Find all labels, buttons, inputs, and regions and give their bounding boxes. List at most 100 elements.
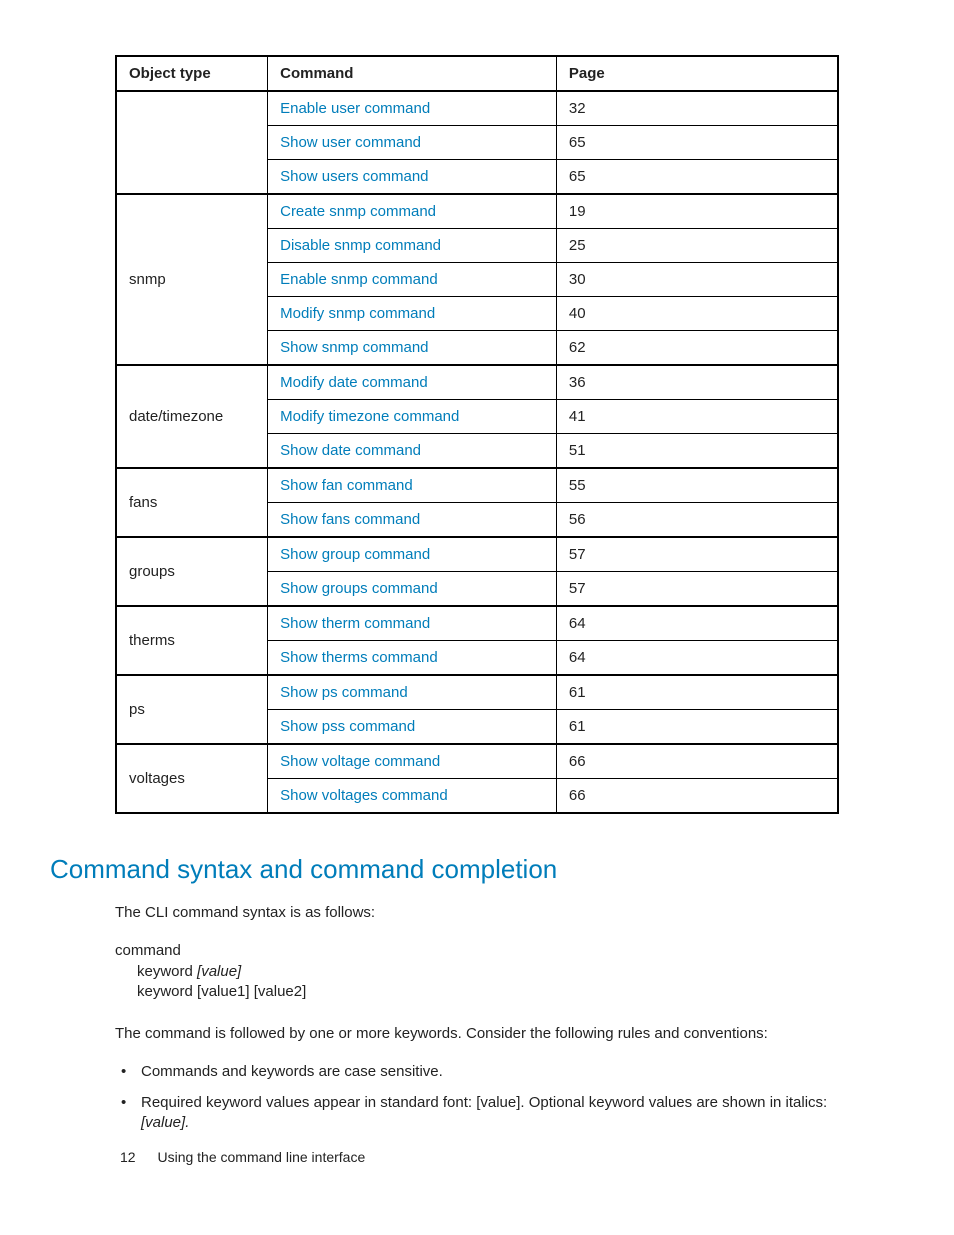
commands-table: Object type Command Page Enable user com…: [115, 55, 839, 814]
command-link[interactable]: Show group command: [280, 546, 430, 563]
cell-command: Create snmp command: [268, 194, 557, 229]
intro-text: The CLI command syntax is as follows:: [115, 903, 839, 923]
cell-page: 30: [556, 263, 838, 297]
syntax-kw-label: keyword: [137, 963, 197, 980]
list-item-italic: [value].: [141, 1114, 189, 1131]
cell-object-type: ps: [116, 675, 268, 744]
cell-page: 57: [556, 537, 838, 572]
command-link[interactable]: Create snmp command: [280, 203, 436, 220]
page-number: 12: [120, 1149, 136, 1165]
cell-command: Show voltage command: [268, 744, 557, 779]
command-link[interactable]: Modify snmp command: [280, 305, 435, 322]
cell-command: Show group command: [268, 537, 557, 572]
cell-page: 64: [556, 606, 838, 641]
command-link[interactable]: Show user command: [280, 134, 421, 151]
rules-list: Commands and keywords are case sensitive…: [115, 1062, 839, 1133]
command-link[interactable]: Enable user command: [280, 100, 430, 117]
col-header-object-type: Object type: [116, 56, 268, 91]
cell-page: 65: [556, 160, 838, 195]
command-link[interactable]: Show ps command: [280, 684, 408, 701]
syntax-command: command: [115, 941, 839, 961]
list-item-text: Required keyword values appear in standa…: [141, 1094, 827, 1111]
cell-object-type: [116, 91, 268, 194]
command-link[interactable]: Show date command: [280, 442, 421, 459]
cell-page: 65: [556, 126, 838, 160]
syntax-optional-value: [value]: [197, 963, 241, 980]
table-row: thermsShow therm command64: [116, 606, 838, 641]
cell-command: Show fan command: [268, 468, 557, 503]
cell-object-type: date/timezone: [116, 365, 268, 468]
table-row: date/timezoneModify date command36: [116, 365, 838, 400]
command-link[interactable]: Show voltages command: [280, 787, 448, 804]
cell-command: Show therm command: [268, 606, 557, 641]
cell-page: 36: [556, 365, 838, 400]
cell-page: 40: [556, 297, 838, 331]
command-link[interactable]: Modify timezone command: [280, 408, 459, 425]
cell-page: 19: [556, 194, 838, 229]
cell-command: Show user command: [268, 126, 557, 160]
cell-command: Show therms command: [268, 641, 557, 676]
page-footer: 12 Using the command line interface: [120, 1149, 365, 1165]
footer-section-title: Using the command line interface: [157, 1149, 365, 1165]
cell-object-type: snmp: [116, 194, 268, 365]
cell-page: 66: [556, 779, 838, 814]
col-header-page: Page: [556, 56, 838, 91]
cell-page: 41: [556, 400, 838, 434]
table-header-row: Object type Command Page: [116, 56, 838, 91]
command-link[interactable]: Enable snmp command: [280, 271, 438, 288]
cell-object-type: therms: [116, 606, 268, 675]
command-link[interactable]: Show voltage command: [280, 753, 440, 770]
list-item: Required keyword values appear in standa…: [141, 1093, 839, 1134]
cell-page: 32: [556, 91, 838, 126]
rules-intro: The command is followed by one or more k…: [115, 1024, 839, 1044]
table-row: voltagesShow voltage command66: [116, 744, 838, 779]
cell-object-type: voltages: [116, 744, 268, 813]
table-row: groupsShow group command57: [116, 537, 838, 572]
cell-command: Show snmp command: [268, 331, 557, 366]
syntax-keyword-optional: keyword [value]: [115, 962, 839, 982]
cell-command: Modify date command: [268, 365, 557, 400]
table-row: Enable user command 32: [116, 91, 838, 126]
cell-object-type: groups: [116, 537, 268, 606]
cell-page: 66: [556, 744, 838, 779]
cell-page: 62: [556, 331, 838, 366]
cell-page: 61: [556, 710, 838, 745]
cell-page: 61: [556, 675, 838, 710]
command-link[interactable]: Show snmp command: [280, 339, 428, 356]
table-row: snmpCreate snmp command19: [116, 194, 838, 229]
command-link[interactable]: Show groups command: [280, 580, 438, 597]
syntax-block: command keyword [value] keyword [value1]…: [115, 941, 839, 1002]
list-item: Commands and keywords are case sensitive…: [141, 1062, 839, 1082]
cell-page: 57: [556, 572, 838, 607]
command-link[interactable]: Modify date command: [280, 374, 428, 391]
cell-page: 51: [556, 434, 838, 469]
command-link[interactable]: Show therm command: [280, 615, 430, 632]
cell-command: Show ps command: [268, 675, 557, 710]
command-link[interactable]: Show fans command: [280, 511, 420, 528]
cell-page: 55: [556, 468, 838, 503]
cell-command: Enable snmp command: [268, 263, 557, 297]
cell-page: 56: [556, 503, 838, 538]
command-link[interactable]: Show pss command: [280, 718, 415, 735]
cell-command: Show pss command: [268, 710, 557, 745]
cell-command: Show voltages command: [268, 779, 557, 814]
cell-command: Modify snmp command: [268, 297, 557, 331]
command-link[interactable]: Show fan command: [280, 477, 413, 494]
cell-page: 64: [556, 641, 838, 676]
cell-command: Show groups command: [268, 572, 557, 607]
command-link[interactable]: Show therms command: [280, 649, 438, 666]
command-link[interactable]: Show users command: [280, 168, 428, 185]
cell-command: Show date command: [268, 434, 557, 469]
cell-page: 25: [556, 229, 838, 263]
cell-command: Show fans command: [268, 503, 557, 538]
command-link[interactable]: Disable snmp command: [280, 237, 441, 254]
cell-command: Show users command: [268, 160, 557, 195]
col-header-command: Command: [268, 56, 557, 91]
cell-command: Modify timezone command: [268, 400, 557, 434]
table-row: psShow ps command61: [116, 675, 838, 710]
cell-object-type: fans: [116, 468, 268, 537]
cell-command: Enable user command: [268, 91, 557, 126]
syntax-keyword-required: keyword [value1] [value2]: [115, 982, 839, 1002]
cell-command: Disable snmp command: [268, 229, 557, 263]
table-row: fansShow fan command55: [116, 468, 838, 503]
